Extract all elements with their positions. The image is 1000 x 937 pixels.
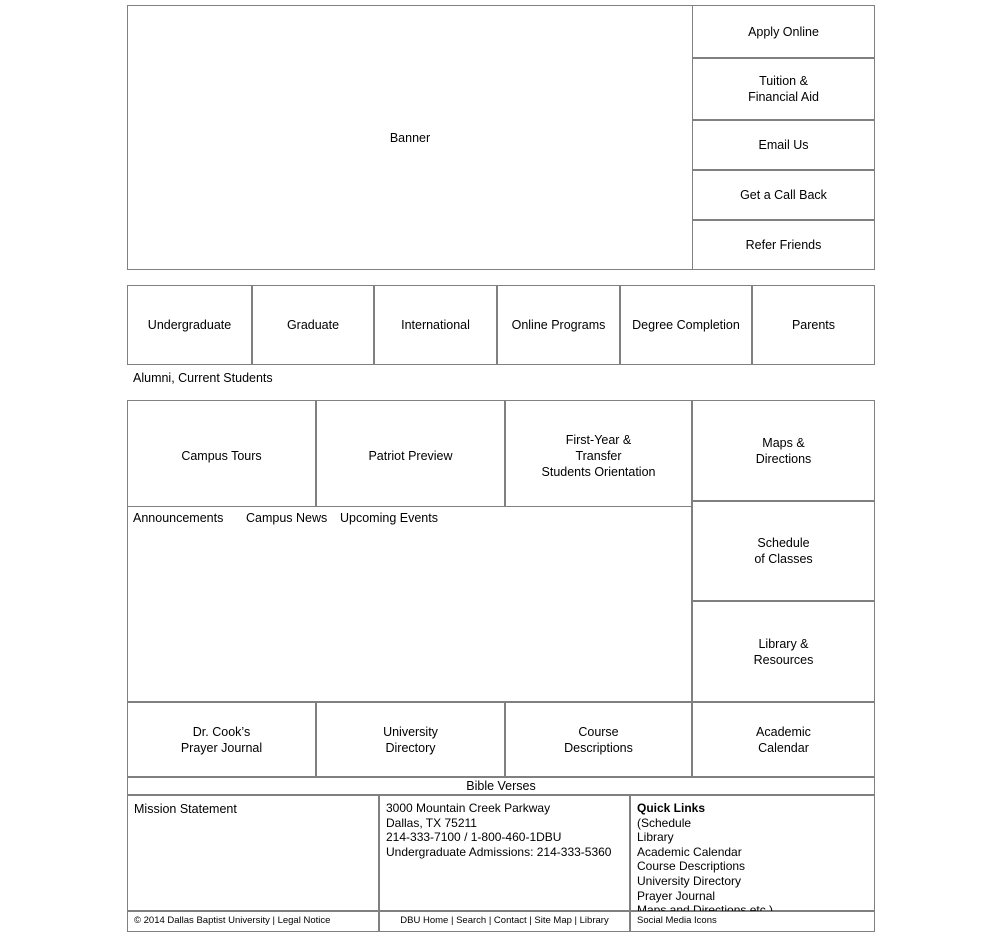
banner-block: Banner bbox=[127, 5, 693, 270]
action-button-label: Apply Online bbox=[748, 24, 819, 39]
tile-university-directory[interactable]: University Directory bbox=[316, 702, 505, 777]
tile-schedule-of-classes[interactable]: Schedule of Classes bbox=[692, 501, 875, 601]
wireframe-canvas: Banner Apply Online Tuition & Financial … bbox=[0, 0, 1000, 937]
nav-item-degree-completion[interactable]: Degree Completion bbox=[620, 285, 752, 365]
nav-item-label: Graduate bbox=[286, 318, 340, 332]
footer-quick-links-list[interactable]: (Schedule Library Academic Calendar Cour… bbox=[637, 816, 773, 918]
news-tab-label: Announcements bbox=[133, 511, 224, 525]
action-button-label: Get a Call Back bbox=[740, 188, 827, 202]
tile-label: University Directory bbox=[383, 724, 438, 755]
action-button-refer-friends[interactable]: Refer Friends bbox=[692, 220, 875, 270]
footer-copyright-cell: © 2014 Dallas Baptist University | Legal… bbox=[127, 911, 379, 932]
tile-label: Maps & Directions bbox=[755, 435, 812, 466]
action-button-label: Email Us bbox=[758, 138, 809, 152]
action-button-label: Tuition & Financial Aid bbox=[748, 74, 819, 104]
tile-course-descriptions[interactable]: Course Descriptions bbox=[505, 702, 692, 777]
tile-label: Academic Calendar bbox=[756, 724, 811, 755]
footer-copyright-text[interactable]: © 2014 Dallas Baptist University | Legal… bbox=[134, 915, 330, 927]
footer-address-text: 3000 Mountain Creek Parkway Dallas, TX 7… bbox=[386, 801, 612, 859]
nav-item-label: Parents bbox=[791, 318, 836, 332]
nav-item-label: International bbox=[401, 318, 470, 332]
footer-quick-links-cell: Quick Links (Schedule Library Academic C… bbox=[630, 795, 875, 917]
secondary-nav-label: Alumni, Current Students bbox=[133, 371, 273, 385]
tile-label: Course Descriptions bbox=[564, 724, 633, 755]
nav-item-parents[interactable]: Parents bbox=[752, 285, 875, 365]
news-tab-campus-news[interactable]: Campus News bbox=[246, 510, 327, 526]
footer-quick-links-title: Quick Links bbox=[637, 801, 706, 815]
news-tab-label: Campus News bbox=[246, 511, 328, 525]
banner-label: Banner bbox=[389, 130, 431, 145]
tile-maps-directions[interactable]: Maps & Directions bbox=[692, 400, 875, 501]
news-tab-label: Upcoming Events bbox=[340, 511, 438, 525]
action-button-tuition-financial-aid[interactable]: Tuition & Financial Aid bbox=[692, 58, 875, 120]
nav-item-graduate[interactable]: Graduate bbox=[252, 285, 374, 365]
secondary-nav-alumni-current-students[interactable]: Alumni, Current Students bbox=[133, 370, 273, 386]
bible-verses-label: Bible Verses bbox=[466, 779, 536, 793]
footer-mission-statement-cell: Mission Statement bbox=[127, 795, 379, 911]
tile-patriot-preview[interactable]: Patriot Preview bbox=[316, 400, 505, 511]
nav-item-international[interactable]: International bbox=[374, 285, 497, 365]
footer-social-media-label: Social Media Icons bbox=[637, 915, 717, 927]
tile-dr-cooks-prayer-journal[interactable]: Dr. Cook’s Prayer Journal bbox=[127, 702, 316, 777]
tile-label: Schedule of Classes bbox=[754, 536, 813, 566]
news-panel bbox=[127, 506, 692, 702]
tile-label: First-Year & Transfer Students Orientati… bbox=[541, 432, 656, 479]
tile-label: Campus Tours bbox=[181, 448, 262, 463]
tile-label: Patriot Preview bbox=[368, 448, 453, 463]
action-button-email-us[interactable]: Email Us bbox=[692, 120, 875, 170]
news-tab-upcoming-events[interactable]: Upcoming Events bbox=[340, 510, 438, 526]
tile-academic-calendar[interactable]: Academic Calendar bbox=[692, 702, 875, 777]
nav-item-label: Degree Completion bbox=[632, 318, 740, 332]
nav-item-online-programs[interactable]: Online Programs bbox=[497, 285, 620, 365]
news-tab-announcements[interactable]: Announcements bbox=[133, 510, 223, 526]
nav-item-undergraduate[interactable]: Undergraduate bbox=[127, 285, 252, 365]
nav-item-label: Undergraduate bbox=[147, 318, 232, 332]
tile-campus-tours[interactable]: Campus Tours bbox=[127, 400, 316, 511]
footer-social-media-cell[interactable]: Social Media Icons bbox=[630, 911, 875, 932]
footer-mission-statement-label: Mission Statement bbox=[134, 802, 237, 816]
nav-item-label: Online Programs bbox=[511, 318, 606, 332]
tile-first-year-transfer-orientation[interactable]: First-Year & Transfer Students Orientati… bbox=[505, 400, 692, 511]
tile-library-resources[interactable]: Library & Resources bbox=[692, 601, 875, 702]
action-button-apply-online[interactable]: Apply Online bbox=[692, 5, 875, 58]
footer-utility-links-cell[interactable]: DBU Home | Search | Contact | Site Map |… bbox=[379, 911, 630, 932]
tile-label: Dr. Cook’s Prayer Journal bbox=[180, 724, 263, 755]
tile-label: Library & Resources bbox=[753, 636, 814, 667]
footer-utility-links-text: DBU Home | Search | Contact | Site Map |… bbox=[400, 915, 609, 927]
bible-verses-bar: Bible Verses bbox=[127, 777, 875, 795]
footer-address-cell: 3000 Mountain Creek Parkway Dallas, TX 7… bbox=[379, 795, 630, 911]
action-button-label: Refer Friends bbox=[745, 238, 822, 252]
action-button-get-a-call-back[interactable]: Get a Call Back bbox=[692, 170, 875, 220]
